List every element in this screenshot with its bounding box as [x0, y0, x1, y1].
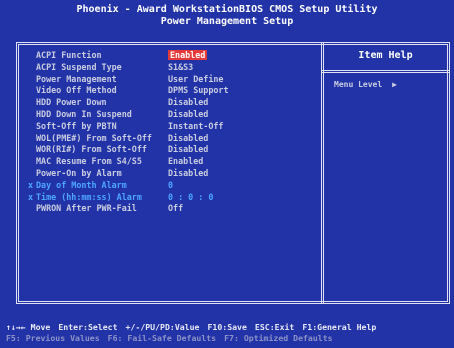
unavailable-marker — [28, 50, 36, 62]
setting-value-text: User Define — [168, 73, 224, 84]
setting-row[interactable]: ACPI Suspend Type S1&S3 — [28, 62, 318, 74]
setting-value[interactable]: Disabled — [168, 97, 208, 109]
key-hint: ESC:Exit — [254, 322, 295, 332]
key-hint: F5: Previous Values — [6, 333, 100, 343]
bios-title: Phoenix - Award WorkstationBIOS CMOS Set… — [76, 4, 378, 15]
setting-value-text: Disabled — [168, 144, 209, 155]
setting-row[interactable]: Power-On by Alarm Disabled — [28, 168, 318, 180]
setting-value-text: Enabled — [168, 50, 208, 60]
item-help-title: Item Help — [358, 50, 413, 61]
setting-label: WOL(PME#) From Soft-Off — [36, 132, 152, 143]
key-hint: F10:Save — [207, 322, 247, 332]
panel-divider — [321, 42, 324, 304]
setting-value-text: S1&S3 — [168, 61, 194, 72]
unavailable-marker — [28, 85, 36, 97]
setting-row[interactable]: WOR(RI#) From Soft-Off Disabled — [28, 144, 318, 156]
setting-label: WOR(RI#) From Soft-Off — [36, 144, 147, 155]
key-hint: ↑↓→← Move — [6, 322, 51, 332]
unavailable-marker — [28, 133, 36, 145]
bios-screen: Phoenix - Award WorkstationBIOS CMOS Set… — [0, 0, 454, 348]
setting-row[interactable]: Video Off Method DPMS Support — [28, 85, 318, 97]
key-hint: F1:General Help — [302, 322, 377, 332]
setting-row[interactable]: ACPI Function Enabled — [28, 50, 318, 62]
key-hint: Enter:Select — [58, 322, 118, 332]
setting-label: Power-On by Alarm — [36, 167, 122, 178]
setting-label: PWRON After PWR-Fail — [36, 203, 137, 214]
setting-label: ACPI Suspend Type — [36, 61, 122, 72]
setting-value-text: DPMS Support — [168, 85, 229, 96]
key-hint: +/-/PU/PD:Value — [125, 322, 200, 332]
setting-value[interactable]: Instant-Off — [168, 121, 223, 133]
unavailable-marker — [28, 156, 36, 168]
setting-value-text: 0 — [168, 179, 174, 190]
setting-row[interactable]: Power Management User Define — [28, 74, 318, 86]
unavailable-marker — [28, 144, 36, 156]
setting-value: 0 — [168, 180, 173, 192]
setting-label: Time (hh:mm:ss) Alarm — [36, 191, 142, 202]
unavailable-marker: x — [28, 179, 34, 190]
key-hint: F7: Optimized Defaults — [224, 333, 333, 343]
unavailable-marker — [28, 109, 36, 121]
setting-label: HDD Power Down — [36, 97, 107, 108]
settings-list: ACPI Function Enabled ACPI Suspend Type S1&… — [28, 50, 318, 215]
setting-row[interactable]: HDD Power Down Disabled — [28, 97, 318, 109]
setting-value[interactable]: Disabled — [168, 109, 208, 121]
footer-line-2: F5: Previous Values F6: Fail-Safe Default… — [6, 333, 454, 344]
unavailable-marker: x — [28, 191, 34, 202]
unavailable-marker — [28, 121, 36, 133]
setting-row[interactable]: WOL(PME#) From Soft-Off Disabled — [28, 133, 318, 145]
bios-header: Phoenix - Award WorkstationBIOS CMOS Set… — [0, 4, 454, 28]
setting-value-text: Disabled — [168, 132, 209, 143]
setting-row[interactable]: MAC Resume From S4/S5 Enabled — [28, 156, 318, 168]
setting-row[interactable]: PWRON After PWR-Fail Off — [28, 203, 318, 215]
setting-label: HDD Down In Suspend — [36, 108, 132, 119]
setting-value-text: Instant-Off — [168, 120, 224, 131]
setting-row[interactable]: Soft-Off by PBTN Instant-Off — [28, 121, 318, 133]
setting-value-text: 0 : 0 : 0 — [168, 191, 214, 202]
arrow-right-icon: ▶ — [392, 80, 397, 89]
setting-value-text: Enabled — [168, 156, 204, 167]
setting-row: x Time (hh:mm:ss) Alarm 0 : 0 : 0 — [28, 192, 318, 204]
setting-value-text: Off — [168, 203, 184, 214]
page-title: Power Management Setup — [160, 16, 294, 27]
setting-value[interactable]: User Define — [168, 74, 223, 86]
setting-value[interactable]: DPMS Support — [168, 85, 229, 97]
setting-label: ACPI Function — [36, 50, 102, 60]
setting-value[interactable]: S1&S3 — [168, 62, 193, 74]
setting-row: x Day of Month Alarm 0 — [28, 180, 318, 192]
help-menu-level: Menu Level ▶ — [334, 80, 397, 89]
unavailable-marker — [28, 62, 36, 74]
setting-value[interactable]: Disabled — [168, 133, 208, 145]
setting-label: MAC Resume From S4/S5 — [36, 156, 142, 167]
setting-value[interactable]: Disabled — [168, 144, 208, 156]
unavailable-marker — [28, 74, 36, 86]
key-help-footer: ↑↓→← Move Enter:Select +/-/PU/PD:Value F10:… — [6, 322, 454, 344]
setting-value-text: Disabled — [168, 108, 209, 119]
footer-line-1: ↑↓→← Move Enter:Select +/-/PU/PD:Value F10:… — [6, 322, 454, 333]
unavailable-marker — [28, 168, 36, 180]
setting-row[interactable]: HDD Down In Suspend Disabled — [28, 109, 318, 121]
menu-level-label: Menu Level — [334, 80, 383, 89]
setting-value[interactable]: Off — [168, 203, 183, 215]
setting-label: Day of Month Alarm — [36, 179, 127, 190]
unavailable-marker — [28, 203, 36, 215]
setting-label: Soft-Off by PBTN — [36, 120, 117, 131]
setting-value[interactable]: Enabled — [168, 156, 203, 168]
unavailable-marker — [28, 97, 36, 109]
setting-value-text: Disabled — [168, 167, 209, 178]
key-hint: F6: Fail-Safe Defaults — [107, 333, 217, 343]
setting-label: Power Management — [36, 73, 117, 84]
setting-value[interactable]: Enabled — [168, 50, 208, 62]
setting-value-text: Disabled — [168, 97, 209, 108]
help-divider — [321, 70, 450, 73]
setting-value: 0 : 0 : 0 — [168, 192, 213, 204]
setting-label: Video Off Method — [36, 85, 117, 96]
setting-value[interactable]: Disabled — [168, 168, 208, 180]
